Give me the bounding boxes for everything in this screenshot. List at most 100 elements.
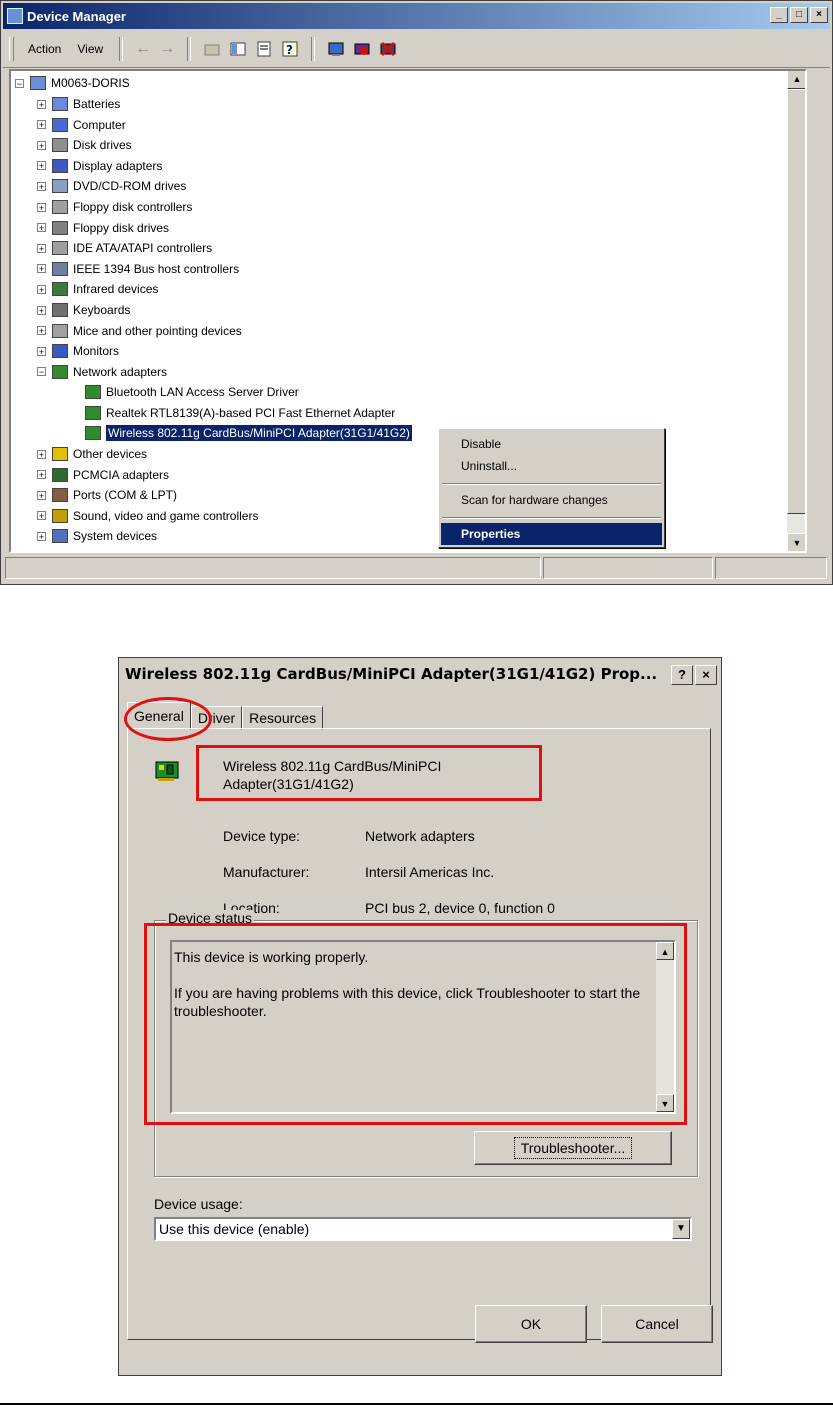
tree-item-realtek[interactable]: Realtek RTL8139(A)-based PCI Fast Ethern…	[85, 403, 395, 423]
tree-category-dvd-cd-rom-drives[interactable]: + DVD/CD-ROM drives	[37, 176, 186, 196]
back-arrow-icon[interactable]: ←	[135, 40, 151, 58]
scroll-down-icon[interactable]: ▼	[787, 533, 805, 551]
infrared-icon	[52, 282, 68, 297]
status-pane	[715, 557, 827, 579]
tree-category-label: Sound, video and game controllers	[73, 508, 259, 523]
forward-arrow-icon[interactable]: →	[159, 40, 175, 58]
menu-action[interactable]: Action	[20, 42, 69, 56]
show-hide-tree-icon[interactable]	[229, 40, 247, 58]
menu-view[interactable]: View	[69, 42, 111, 56]
tree-category-other-devices[interactable]: + Other devices	[37, 444, 147, 464]
expand-icon[interactable]: +	[37, 181, 46, 191]
properties-icon[interactable]	[255, 40, 273, 58]
tree-category-system-devices[interactable]: + System devices	[37, 526, 157, 546]
tree-category-floppy-disk-controllers[interactable]: + Floppy disk controllers	[37, 197, 192, 217]
tree-category-display-adapters[interactable]: + Display adapters	[37, 156, 162, 176]
expand-icon[interactable]: +	[37, 511, 46, 521]
chevron-down-icon[interactable]: ▼	[672, 1219, 690, 1239]
expand-icon[interactable]: +	[37, 120, 46, 130]
tree-category-label: Monitors	[73, 344, 120, 359]
expand-icon[interactable]: +	[37, 161, 46, 171]
collapse-icon[interactable]: −	[15, 78, 24, 88]
tree-category-infrared-devices[interactable]: + Infrared devices	[37, 279, 158, 299]
highlight-device-status	[144, 923, 687, 1125]
context-menu: Disable Uninstall... Scan for hardware c…	[438, 428, 665, 548]
tree-category-label: Other devices	[73, 447, 148, 461]
menu-item-disable[interactable]: Disable	[441, 433, 662, 455]
up-folder-icon[interactable]	[203, 40, 221, 58]
expand-icon[interactable]: +	[37, 449, 46, 459]
tree-item-label: Bluetooth LAN Access Server Driver	[106, 385, 299, 399]
tree-category-ide-ata-atapi-controllers[interactable]: + IDE ATA/ATAPI controllers	[37, 238, 212, 258]
controller-icon	[52, 241, 68, 256]
help-icon[interactable]: ?	[281, 40, 299, 58]
tree-category-label: Mice and other pointing devices	[73, 323, 242, 338]
battery-icon	[52, 97, 68, 111]
expand-icon[interactable]: +	[37, 223, 46, 233]
tree-category-label: PCMCIA adapters	[73, 467, 170, 482]
close-button[interactable]: ×	[810, 7, 828, 23]
toolbar-separator	[311, 37, 316, 61]
menu-item-properties[interactable]: Properties	[441, 523, 662, 545]
disable-device-icon[interactable]	[353, 40, 371, 58]
menu-item-scan[interactable]: Scan for hardware changes	[441, 489, 662, 511]
expand-icon[interactable]: +	[37, 202, 46, 212]
uninstall-device-icon[interactable]	[379, 40, 397, 58]
status-pane	[5, 557, 541, 579]
controller-icon	[52, 200, 68, 214]
expand-icon[interactable]: +	[37, 326, 46, 336]
expand-icon[interactable]: +	[37, 243, 46, 253]
tree-category-ports-com-lpt[interactable]: + Ports (COM & LPT)	[37, 485, 177, 505]
tree-category-ieee-1394-bus-host-controllers[interactable]: + IEEE 1394 Bus host controllers	[37, 259, 239, 279]
tree-root[interactable]: − M0063-DORIS	[15, 73, 130, 93]
toolbar: Action View ← → ?	[3, 31, 830, 68]
expand-icon[interactable]: +	[37, 140, 46, 150]
scroll-thumb[interactable]	[787, 89, 805, 514]
tree-category-computer[interactable]: + Computer	[37, 115, 126, 135]
tree-category-mice-and-other-pointing-devices[interactable]: + Mice and other pointing devices	[37, 321, 242, 341]
menu-item-uninstall[interactable]: Uninstall...	[441, 455, 662, 477]
tree-item-wireless[interactable]: Wireless 802.11g CardBus/MiniPCI Adapter…	[85, 423, 412, 443]
expand-icon[interactable]: +	[37, 490, 46, 500]
cancel-button[interactable]: Cancel	[601, 1305, 713, 1343]
network-adapter-icon	[85, 426, 101, 440]
pcmcia-icon	[52, 467, 68, 482]
tree-item-bluetooth-lan[interactable]: Bluetooth LAN Access Server Driver	[85, 382, 299, 402]
tree-category-label: Ports (COM & LPT)	[73, 488, 178, 503]
tree-category-label: IDE ATA/ATAPI controllers	[73, 241, 213, 256]
tree-category-pcmcia-adapters[interactable]: + PCMCIA adapters	[37, 465, 169, 485]
device-manager-titlebar[interactable]: Device Manager _ □ ×	[3, 3, 830, 29]
toolbar-separator	[187, 37, 192, 61]
tree-category-label: Batteries	[73, 97, 121, 111]
tree-category-network-adapters[interactable]: − Network adapters	[37, 362, 167, 382]
tree-category-batteries[interactable]: + Batteries	[37, 94, 120, 114]
monitor-icon	[52, 344, 68, 359]
expand-icon[interactable]: +	[37, 264, 46, 274]
device-usage-select[interactable]: Use this device (enable) ▼	[154, 1217, 692, 1241]
troubleshooter-button[interactable]: Troubleshooter...	[474, 1131, 672, 1165]
ok-button[interactable]: OK	[475, 1305, 587, 1343]
expand-icon[interactable]: +	[37, 531, 46, 541]
scan-hardware-icon[interactable]	[327, 40, 345, 58]
menu-separator	[442, 517, 661, 519]
tree-category-label: System devices	[73, 529, 158, 544]
expand-icon[interactable]: +	[37, 284, 46, 294]
tree-category-keyboards[interactable]: + Keyboards	[37, 300, 130, 320]
expand-icon[interactable]: +	[37, 99, 46, 109]
scroll-up-icon[interactable]: ▲	[787, 71, 805, 89]
maximize-button[interactable]: □	[790, 7, 808, 23]
expand-icon[interactable]: +	[37, 346, 46, 356]
system-icon	[52, 529, 68, 544]
device-tree[interactable]: − M0063-DORIS + Batteries + Computer + Disk d…	[9, 69, 807, 553]
expand-icon[interactable]: +	[37, 305, 46, 315]
tree-category-monitors[interactable]: + Monitors	[37, 341, 119, 361]
expand-icon[interactable]: +	[37, 470, 46, 480]
minimize-button[interactable]: _	[770, 7, 788, 23]
question-icon	[52, 447, 68, 461]
tree-scrollbar[interactable]: ▲ ▼	[787, 71, 805, 551]
tree-category-disk-drives[interactable]: + Disk drives	[37, 135, 132, 155]
collapse-icon[interactable]: −	[37, 367, 46, 377]
tree-category-sound-video-and-game-controllers[interactable]: + Sound, video and game controllers	[37, 506, 258, 526]
tree-category-floppy-disk-drives[interactable]: + Floppy disk drives	[37, 218, 169, 238]
tree-category-label: Disk drives	[73, 138, 132, 153]
